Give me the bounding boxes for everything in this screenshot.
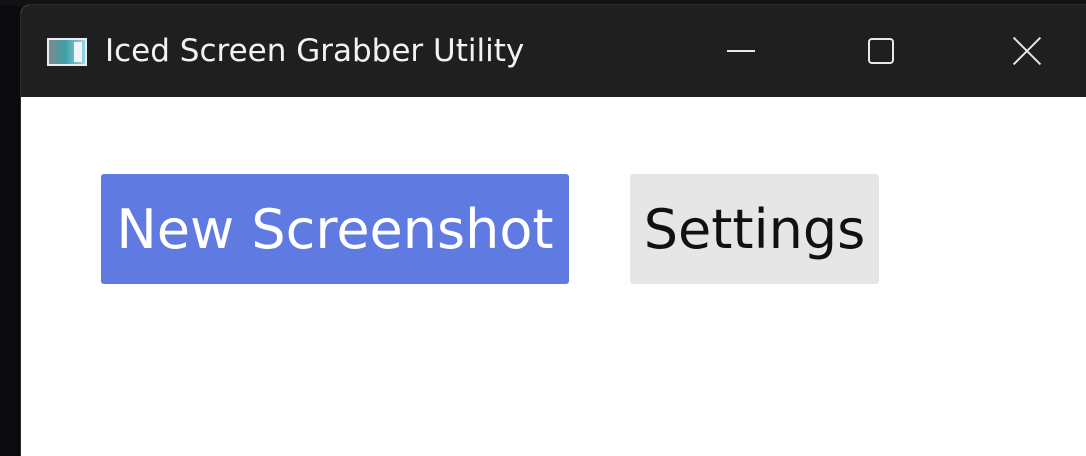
desktop-background: Iced Screen Grabber Utility New Screensh… — [0, 0, 1086, 456]
app-icon-bar — [74, 42, 82, 62]
minimize-icon — [727, 50, 755, 52]
window-title: Iced Screen Grabber Utility — [105, 33, 525, 69]
settings-button[interactable]: Settings — [630, 174, 879, 284]
app-window-icon — [47, 38, 87, 66]
new-screenshot-button[interactable]: New Screenshot — [101, 174, 569, 284]
app-window: Iced Screen Grabber Utility New Screensh… — [20, 4, 1086, 456]
window-content: New Screenshot Settings — [21, 97, 1086, 456]
maximize-icon — [868, 38, 894, 64]
close-icon — [1012, 36, 1042, 66]
maximize-button[interactable] — [841, 5, 921, 97]
close-button[interactable] — [987, 5, 1067, 97]
title-bar[interactable]: Iced Screen Grabber Utility — [21, 5, 1086, 97]
minimize-button[interactable] — [701, 5, 781, 97]
